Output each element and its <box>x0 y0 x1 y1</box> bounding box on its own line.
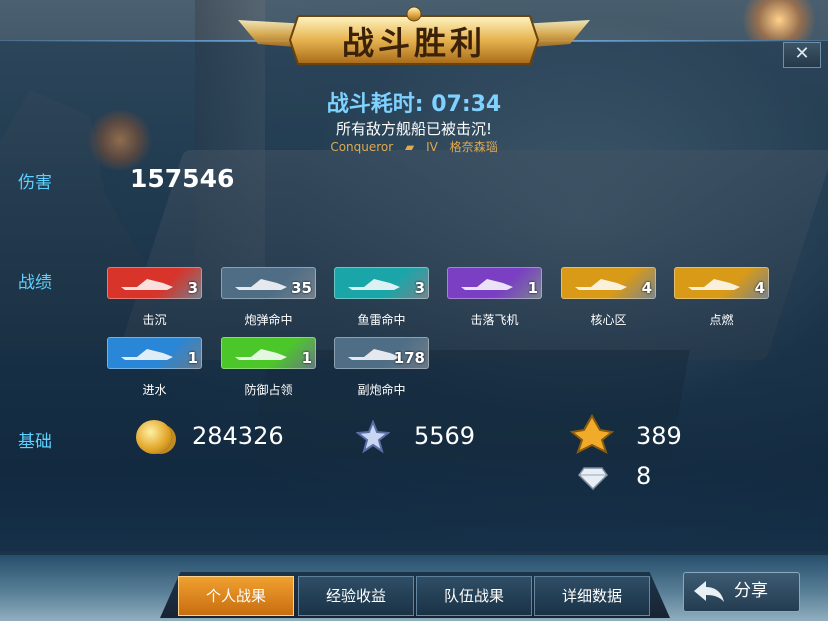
record-badge-label: 点燃 <box>709 313 734 327</box>
tab-experience-earnings[interactable]: 经验收益 <box>298 576 414 616</box>
record-badge[interactable]: 35 <box>221 267 316 299</box>
record-badge[interactable]: 1 <box>107 337 202 369</box>
captain-exp-value: 389 <box>636 422 682 450</box>
record-badge-label: 击落飞机 <box>470 313 519 327</box>
damage-value: 157546 <box>130 164 235 193</box>
record-badge-label: 核心区 <box>590 313 627 327</box>
record-badge-label: 防御占领 <box>244 383 293 397</box>
record-badge[interactable]: 1 <box>447 267 542 299</box>
coin-icon <box>136 420 172 454</box>
exp-value: 5569 <box>414 422 476 450</box>
sinking-ship-icon <box>117 273 177 293</box>
battle-result-text: 所有敌方舰船已被击沉! <box>335 120 492 138</box>
record-badge-label: 副炮命中 <box>357 383 406 397</box>
damage-label: 伤害 <box>18 173 52 193</box>
diamond-icon <box>578 467 608 490</box>
share-label: 分享 <box>734 581 768 601</box>
exp-star-icon <box>356 420 390 454</box>
record-badge-count: 4 <box>754 279 765 297</box>
torpedo-icon <box>344 273 404 293</box>
diamond-value: 8 <box>636 462 652 490</box>
record-badge[interactable]: 3 <box>334 267 429 299</box>
victory-banner: 战斗胜利 <box>238 6 590 72</box>
captain-exp-star-icon <box>570 414 614 454</box>
record-badge-count: 4 <box>641 279 652 297</box>
share-button[interactable]: 分享 <box>683 572 800 612</box>
fire-icon <box>684 273 744 293</box>
battle-duration: 战斗耗时: 07:34 <box>326 92 502 117</box>
tab-detailed-data[interactable]: 详细数据 <box>534 576 650 616</box>
record-badge[interactable]: 4 <box>674 267 769 299</box>
ship-tier: IV <box>426 140 438 154</box>
tab-personal-results[interactable]: 个人战果 <box>178 576 294 616</box>
record-badge-count: 1 <box>187 349 198 367</box>
explosion-effect <box>730 0 828 40</box>
record-badge-label: 炮弹命中 <box>244 313 293 327</box>
captain-name: 格奈森瑙 <box>449 140 498 154</box>
flooding-icon <box>117 343 177 363</box>
plane-icon <box>457 273 517 293</box>
share-arrow-icon <box>694 581 724 602</box>
ship-info: Conqueror ▰ IV 格奈森瑙 <box>0 138 828 155</box>
record-badge-count: 178 <box>393 349 425 367</box>
base-label: 基础 <box>18 432 52 452</box>
coin-value: 284326 <box>192 422 284 450</box>
record-badge[interactable]: 178 <box>334 337 429 369</box>
flag-icon: ▰ <box>405 140 415 154</box>
defense-capture-icon <box>231 343 291 363</box>
record-badge-count: 3 <box>414 279 425 297</box>
record-badge-label: 进水 <box>142 383 167 397</box>
shell-icon <box>231 273 291 293</box>
ship-name: Conqueror <box>330 140 394 154</box>
victory-title: 战斗胜利 <box>341 24 486 62</box>
record-badge-label: 击沉 <box>142 313 167 327</box>
record-badge-count: 1 <box>301 349 312 367</box>
record-badge[interactable]: 3 <box>107 267 202 299</box>
record-badge[interactable]: 1 <box>221 337 316 369</box>
core-hit-icon <box>571 273 631 293</box>
record-badge-count: 1 <box>527 279 538 297</box>
record-label: 战绩 <box>18 273 52 293</box>
close-button[interactable]: ✕ <box>783 42 821 68</box>
record-badge-count: 3 <box>187 279 198 297</box>
record-badge-label: 鱼雷命中 <box>357 313 406 327</box>
tab-team-results[interactable]: 队伍战果 <box>416 576 532 616</box>
record-badge-count: 35 <box>291 279 312 297</box>
record-badge[interactable]: 4 <box>561 267 656 299</box>
